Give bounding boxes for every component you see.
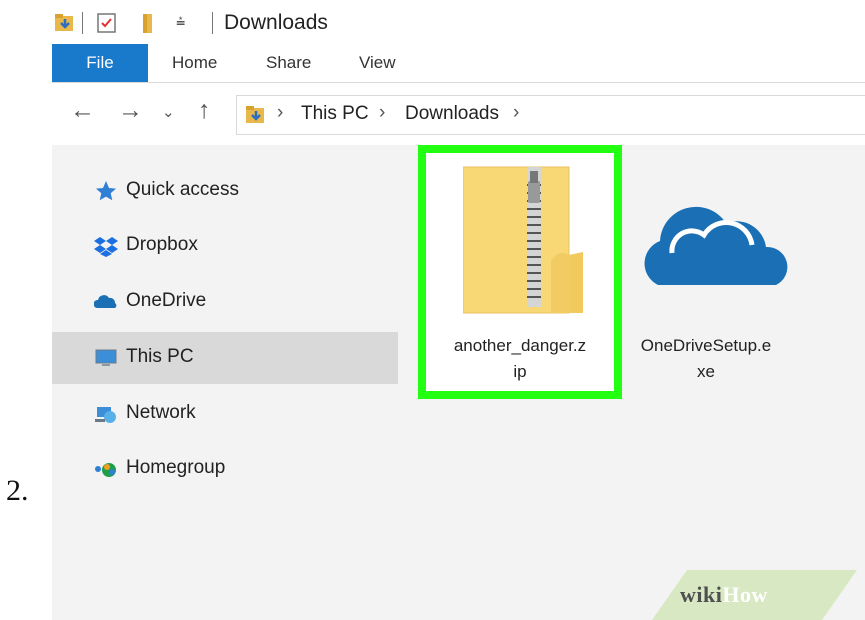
sidebar-item-this-pc[interactable]: This PC <box>52 332 398 384</box>
tab-view[interactable]: View <box>359 44 396 82</box>
downloads-folder-icon <box>245 104 267 131</box>
forward-arrow-icon[interactable]: → <box>118 96 143 125</box>
file-name: another_danger.z ip <box>418 333 622 385</box>
up-arrow-icon[interactable]: ↑ <box>198 96 211 125</box>
sidebar-item-label: Homegroup <box>126 457 226 478</box>
file-list: another_danger.z ip OneDriveSetup.e xe <box>398 145 865 620</box>
address-bar[interactable]: › This PC › Downloads › <box>236 95 865 135</box>
properties-icon[interactable] <box>96 12 118 39</box>
divider <box>212 12 213 34</box>
window-title: Downloads <box>224 11 328 34</box>
file-item-exe[interactable]: OneDriveSetup.e xe <box>630 145 788 399</box>
back-arrow-icon[interactable]: ← <box>70 96 95 125</box>
sidebar-item-quick-access[interactable]: Quick access <box>52 165 398 217</box>
wikihow-watermark: wikiHow <box>680 582 768 608</box>
zip-folder-icon <box>462 165 583 323</box>
divider <box>82 12 83 34</box>
watermark-wiki: wiki <box>680 582 723 607</box>
recent-locations-chevron-icon[interactable]: ⌄ <box>162 103 175 121</box>
computer-icon <box>94 346 118 375</box>
breadcrumb-downloads[interactable]: Downloads <box>405 103 499 125</box>
sidebar-item-label: Dropbox <box>126 234 198 255</box>
new-folder-icon[interactable] <box>140 12 162 39</box>
sidebar-item-label: OneDrive <box>126 290 207 311</box>
file-name-line1: another_danger.z <box>453 336 587 355</box>
customize-toolbar-icon[interactable]: ⩮ <box>176 14 185 32</box>
file-name-line2: xe <box>697 362 715 381</box>
onedrive-icon <box>93 290 118 319</box>
sidebar-item-dropbox[interactable]: Dropbox <box>52 220 398 272</box>
file-explorer-window: ⩮ Downloads File Home Share View ← → ⌄ ↑… <box>52 0 865 620</box>
watermark-how: How <box>722 582 768 607</box>
breadcrumb-chevron-icon[interactable]: › <box>379 102 385 124</box>
tab-home[interactable]: Home <box>172 44 217 82</box>
title-bar: ⩮ Downloads <box>52 0 865 44</box>
star-icon <box>94 179 118 208</box>
network-icon <box>94 402 118 431</box>
tab-share[interactable]: Share <box>266 44 311 82</box>
navigation-pane: Quick access Dropbox OneDrive This PC Ne… <box>52 145 398 620</box>
sidebar-item-onedrive[interactable]: OneDrive <box>52 276 398 328</box>
file-item-zip[interactable]: another_danger.z ip <box>418 145 622 399</box>
sidebar-item-label: Quick access <box>126 179 239 200</box>
onedrive-cloud-icon <box>642 193 792 293</box>
tab-file[interactable]: File <box>52 44 148 82</box>
file-name-line1: OneDriveSetup.e <box>640 336 772 355</box>
ribbon-tabs: File Home Share View <box>52 44 865 83</box>
breadcrumb-chevron-icon[interactable]: › <box>513 102 519 124</box>
step-number: 2. <box>6 474 29 507</box>
sidebar-item-homegroup[interactable]: Homegroup <box>52 443 398 495</box>
sidebar-item-label: Network <box>126 402 196 423</box>
homegroup-icon <box>94 457 118 486</box>
breadcrumb-chevron-icon[interactable]: › <box>277 102 283 124</box>
file-name: OneDriveSetup.e xe <box>630 333 782 385</box>
navigation-bar: ← → ⌄ ↑ › This PC › Downloads › <box>52 83 865 145</box>
sidebar-item-network[interactable]: Network <box>52 388 398 440</box>
breadcrumb-this-pc[interactable]: This PC <box>301 103 369 125</box>
dropbox-icon <box>94 234 118 263</box>
sidebar-item-label: This PC <box>126 346 194 367</box>
downloads-folder-icon[interactable] <box>54 12 76 39</box>
file-name-line2: ip <box>513 362 527 381</box>
